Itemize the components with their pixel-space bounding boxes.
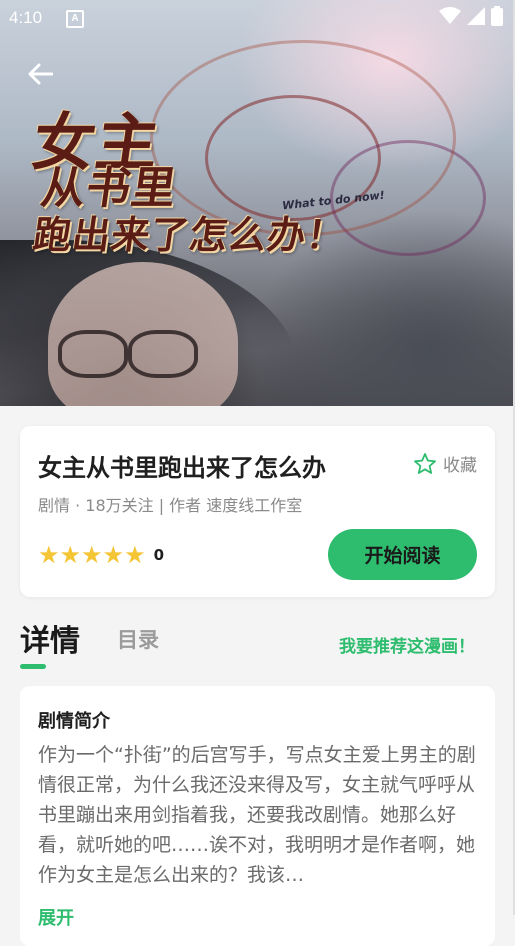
signal-icon (467, 7, 485, 25)
wifi-icon (439, 7, 461, 24)
synopsis-heading: 剧情简介 (38, 711, 110, 732)
synopsis-card: 剧情简介 作为一个“扑街”的后宫写手，写点女主爱上男主的剧情很正常，为什么我还没… (20, 686, 495, 946)
status-bar: 4:10 A (0, 0, 515, 34)
star-icon: ★ (81, 541, 103, 569)
cover-art-title-line3: 跑出来了怎么办！ (30, 213, 349, 257)
synopsis-text: 作为一个“扑街”的后宫写手，写点女主爱上男主的剧情很正常，为什么我还没来得及写，… (38, 744, 476, 886)
arrow-left-icon (28, 63, 53, 85)
book-info-card: 女主从书里跑出来了怎么办 收藏 剧情 · 18万关注 | 作者 速度线工作室 ★… (20, 426, 495, 597)
back-button[interactable] (24, 58, 56, 90)
status-time: 4:10 (9, 8, 43, 27)
start-reading-button[interactable]: 开始阅读 (328, 529, 477, 580)
recommend-link[interactable]: 我要推荐这漫画！ (339, 632, 475, 657)
star-icon: ★ (124, 541, 146, 569)
favorite-button[interactable]: 收藏 (413, 451, 477, 476)
favorite-label: 收藏 (443, 456, 477, 476)
cover-art-glasses (128, 330, 198, 378)
star-icon: ★ (59, 541, 82, 569)
star-icon: ★ (38, 541, 60, 569)
expand-link[interactable]: 展开 (38, 904, 74, 930)
star-outline-icon (414, 452, 436, 474)
status-icons (439, 6, 503, 26)
cover-art-glasses (58, 330, 128, 378)
star-icon: ★ (102, 541, 125, 569)
a-icon: A (66, 10, 84, 28)
tab-indicator (20, 664, 46, 669)
tab-catalog[interactable]: 目录 (117, 624, 159, 654)
rating: ★ ★ ★ ★ ★ 0 (38, 543, 164, 567)
battery-icon (491, 6, 503, 26)
book-meta: 剧情 · 18万关注 | 作者 速度线工作室 (38, 496, 303, 515)
tab-detail[interactable]: 详情 (20, 616, 80, 660)
detail-tabs: 详情 目录 我要推荐这漫画！ (20, 616, 495, 672)
book-title: 女主从书里跑出来了怎么办 (38, 454, 326, 482)
cover-image: 女主 从书里 跑出来了怎么办！ What to do now! (0, 0, 515, 406)
rating-score: 0 (153, 546, 165, 564)
